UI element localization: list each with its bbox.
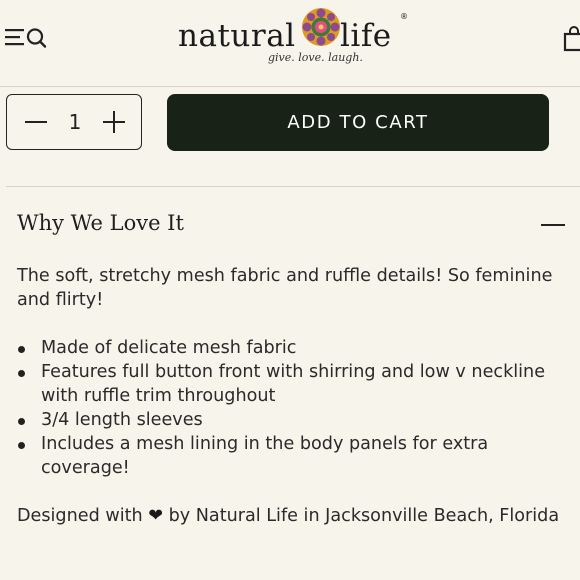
logo-word-life: life xyxy=(340,18,392,54)
cart-button[interactable] xyxy=(563,26,580,52)
plus-icon xyxy=(103,111,125,133)
section-divider xyxy=(6,186,580,187)
minus-icon xyxy=(541,224,565,226)
quantity-value[interactable]: 1 xyxy=(63,109,87,135)
site-header: natural life ® give. love. laugh. xyxy=(0,0,580,87)
designer-credit: Designed with ❤ by Natural Life in Jacks… xyxy=(17,504,565,528)
collapse-section-button[interactable] xyxy=(541,223,567,227)
feature-list: Made of delicate mesh fabric Features fu… xyxy=(17,336,565,480)
flower-logo-icon xyxy=(302,8,340,46)
credit-prefix: Designed with xyxy=(17,506,143,526)
list-item: Includes a mesh lining in the body panel… xyxy=(17,432,565,480)
list-item: Features full button front with shirring… xyxy=(17,360,565,408)
increase-quantity-button[interactable] xyxy=(101,109,127,135)
logo-word-natural: natural xyxy=(178,18,296,54)
logo-tagline: give. love. laugh. xyxy=(268,51,363,64)
product-description: The soft, stretchy mesh fabric and ruffl… xyxy=(17,264,565,528)
menu-search-button[interactable] xyxy=(4,26,48,50)
list-item: 3/4 length sleeves xyxy=(17,408,565,432)
list-item: Made of delicate mesh fabric xyxy=(17,336,565,360)
site-logo[interactable]: natural life ® give. love. laugh. xyxy=(176,4,410,74)
add-to-cart-button[interactable]: ADD TO CART xyxy=(167,94,549,151)
quantity-stepper: 1 xyxy=(6,94,142,150)
decrease-quantity-button[interactable] xyxy=(23,109,49,135)
description-intro: The soft, stretchy mesh fabric and ruffl… xyxy=(17,266,553,310)
section-title-why-we-love-it: Why We Love It xyxy=(17,211,184,235)
credit-suffix: by Natural Life in Jacksonville Beach, F… xyxy=(168,506,560,526)
menu-search-icon xyxy=(5,28,47,48)
heart-icon: ❤ xyxy=(148,506,163,526)
registered-mark: ® xyxy=(400,12,408,21)
minus-icon xyxy=(25,121,47,123)
shopping-bag-icon xyxy=(563,26,580,52)
